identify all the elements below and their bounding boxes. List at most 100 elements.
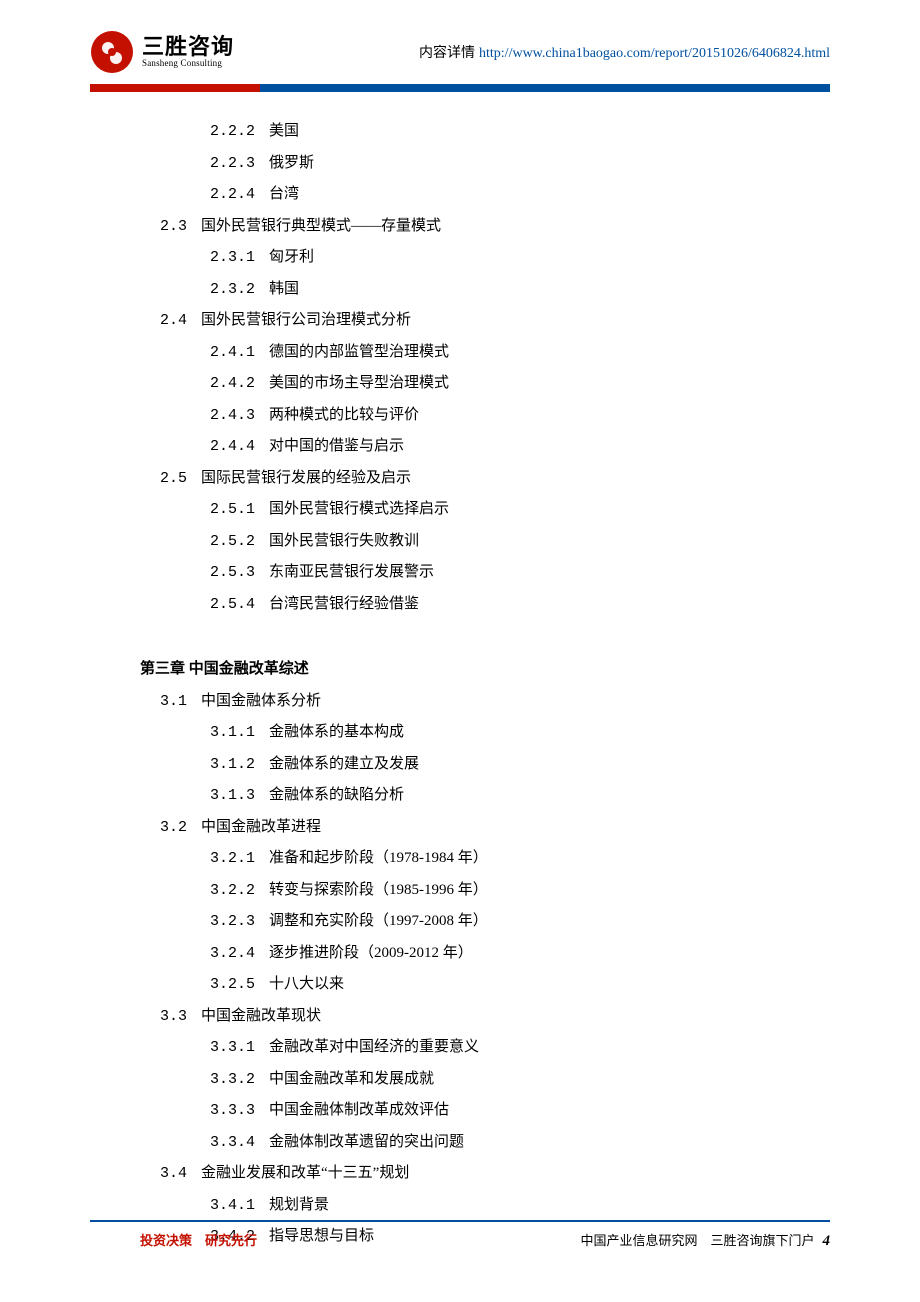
toc-title: 国际民营银行发展的经验及启示: [201, 470, 411, 486]
toc-entry: 2.2.4 台湾: [140, 179, 830, 211]
toc-entry: 2.3.2韩国: [140, 274, 830, 306]
toc-title: 美国的市场主导型治理模式: [269, 375, 449, 391]
toc-entry: 2.2.2 美国: [140, 116, 830, 148]
toc-entry: 3.3.1金融改革对中国经济的重要意义: [140, 1032, 830, 1064]
toc-number: 3.1: [160, 693, 187, 710]
toc-number: 3.2.1: [210, 850, 255, 867]
toc-title: 转变与探索阶段（1985-1996 年）: [269, 882, 488, 898]
toc-number: 3.3.3: [210, 1102, 255, 1119]
toc-entry: 3.2.2 转变与探索阶段（1985-1996 年）: [140, 875, 830, 907]
toc-number: 2.4.4: [210, 438, 255, 455]
toc-number: 2.2.3: [210, 155, 255, 172]
page-header: 三胜咨询 Sansheng Consulting 内容详情 http://www…: [90, 30, 830, 82]
toc-entry: 3.3 中国金融改革现状: [140, 1001, 830, 1033]
toc-entry: 3.1 中国金融体系分析: [140, 686, 830, 718]
toc-entry: 3.2.1 准备和起步阶段（1978-1984 年）: [140, 843, 830, 875]
brand-logo: 三胜咨询 Sansheng Consulting: [90, 30, 234, 74]
toc-title: 台湾: [269, 186, 299, 202]
toc-entry: 2.5.2国外民营银行失败教训: [140, 526, 830, 558]
toc-entry: 3.4.1 规划背景: [140, 1190, 830, 1222]
header-rule: [90, 84, 830, 92]
toc-entry: 3.3.4 金融体制改革遗留的突出问题: [140, 1127, 830, 1159]
toc-number: 3.3.2: [210, 1071, 255, 1088]
toc-number: 3.2.5: [210, 976, 255, 993]
header-label: 内容详情: [419, 42, 475, 62]
toc-title: 美国: [269, 123, 299, 139]
toc-number: 3.3.1: [210, 1039, 255, 1056]
toc-entry: 3.4金融业发展和改革“十三五”规划: [140, 1158, 830, 1190]
toc-entry: 2.5.3 东南亚民营银行发展警示: [140, 557, 830, 589]
toc-title: 韩国: [269, 281, 299, 297]
toc-title: 规划背景: [269, 1197, 329, 1213]
toc-title: 中国金融改革现状: [201, 1008, 321, 1024]
toc-title: 金融体系的缺陷分析: [269, 787, 404, 803]
toc-title: 中国金融体制改革成效评估: [269, 1102, 449, 1118]
header-url-link[interactable]: http://www.china1baogao.com/report/20151…: [479, 46, 830, 62]
logo-text-en: Sansheng Consulting: [142, 59, 234, 69]
toc-entry: 3.1.1 金融体系的基本构成: [140, 717, 830, 749]
toc-title: 中国金融体系分析: [201, 693, 321, 709]
toc-entry: 2.4.3 两种模式的比较与评价: [140, 400, 830, 432]
toc-entry: 2.5 国际民营银行发展的经验及启示: [140, 463, 830, 495]
toc-entry: 2.4 国外民营银行公司治理模式分析: [140, 305, 830, 337]
toc-number: 2.2.2: [210, 123, 255, 140]
toc-entry: 2.4.2 美国的市场主导型治理模式: [140, 368, 830, 400]
toc-entry: 2.4.4 对中国的借鉴与启示: [140, 431, 830, 463]
toc-number: 3.4.1: [210, 1197, 255, 1214]
toc-number: 3.2: [160, 819, 187, 836]
toc-entry: 2.3 国外民营银行典型模式——存量模式: [140, 211, 830, 243]
toc-title: 金融体系的建立及发展: [269, 756, 419, 772]
logo-text-cn: 三胜咨询: [142, 35, 234, 59]
toc-number: 2.4: [160, 312, 187, 329]
toc-title: 两种模式的比较与评价: [269, 407, 419, 423]
toc-title: 国外民营银行典型模式——存量模式: [201, 218, 441, 234]
toc-number: 3.3.4: [210, 1134, 255, 1151]
toc-title: 中国金融改革进程: [201, 819, 321, 835]
table-of-contents: 2.2.2 美国 2.2.3俄罗斯 2.2.4 台湾 2.3 国外民营银行典型模式——存量模…: [90, 92, 830, 1253]
toc-entry: 3.2.3 调整和充实阶段（1997-2008 年）: [140, 906, 830, 938]
toc-number: 3.1.1: [210, 724, 255, 741]
toc-title: 金融体制改革遗留的突出问题: [269, 1134, 464, 1150]
toc-number: 2.5.3: [210, 564, 255, 581]
toc-entry: 2.5.1 国外民营银行模式选择启示: [140, 494, 830, 526]
toc-number: 3.2.2: [210, 882, 255, 899]
toc-number: 2.5.1: [210, 501, 255, 518]
toc-title: 对中国的借鉴与启示: [269, 438, 404, 454]
toc-entry: 2.4.1德国的内部监管型治理模式: [140, 337, 830, 369]
page-footer: 投资决策 研究先行 中国产业信息研究网 三胜咨询旗下门户 4: [90, 1220, 830, 1250]
toc-entry: 2.3.1 匈牙利: [140, 242, 830, 274]
toc-entry: 3.3.2中国金融改革和发展成就: [140, 1064, 830, 1096]
toc-number: 3.1.3: [210, 787, 255, 804]
toc-title: 匈牙利: [269, 249, 314, 265]
toc-number: 2.4.1: [210, 344, 255, 361]
page-number: 4: [823, 1233, 831, 1250]
toc-title: 准备和起步阶段（1978-1984 年）: [269, 850, 488, 866]
toc-title: 金融体系的基本构成: [269, 724, 404, 740]
toc-entry: 3.2.5 十八大以来: [140, 969, 830, 1001]
toc-title: 金融业发展和改革“十三五”规划: [201, 1165, 409, 1181]
footer-org: 中国产业信息研究网 三胜咨询旗下门户: [580, 1230, 814, 1249]
toc-number: 3.3: [160, 1008, 187, 1025]
toc-entry: 2.2.3俄罗斯: [140, 148, 830, 180]
toc-entry: 3.2 中国金融改革进程: [140, 812, 830, 844]
toc-number: 2.5.2: [210, 533, 255, 550]
toc-number: 3.2.3: [210, 913, 255, 930]
toc-number: 2.4.2: [210, 375, 255, 392]
toc-entry: 3.1.2 金融体系的建立及发展: [140, 749, 830, 781]
toc-title: 国外民营银行模式选择启示: [269, 501, 449, 517]
toc-title: 十八大以来: [269, 976, 344, 992]
toc-entry: 2.5.4 台湾民营银行经验借鉴: [140, 589, 830, 621]
toc-number: 2.4.3: [210, 407, 255, 424]
toc-entry: 第三章 中国金融改革综述: [140, 654, 830, 686]
toc-title: 台湾民营银行经验借鉴: [269, 596, 419, 612]
toc-number: 2.5: [160, 470, 187, 487]
toc-number: 2.3.1: [210, 249, 255, 266]
toc-number: 2.5.4: [210, 596, 255, 613]
toc-number: 3.2.4: [210, 945, 255, 962]
toc-title: 国外民营银行公司治理模式分析: [201, 312, 411, 328]
toc-number: 2.2.4: [210, 186, 255, 203]
toc-number: 3.1.2: [210, 756, 255, 773]
toc-title: 调整和充实阶段（1997-2008 年）: [269, 913, 488, 929]
toc-title: 东南亚民营银行发展警示: [269, 564, 434, 580]
toc-number: 2.3: [160, 218, 187, 235]
